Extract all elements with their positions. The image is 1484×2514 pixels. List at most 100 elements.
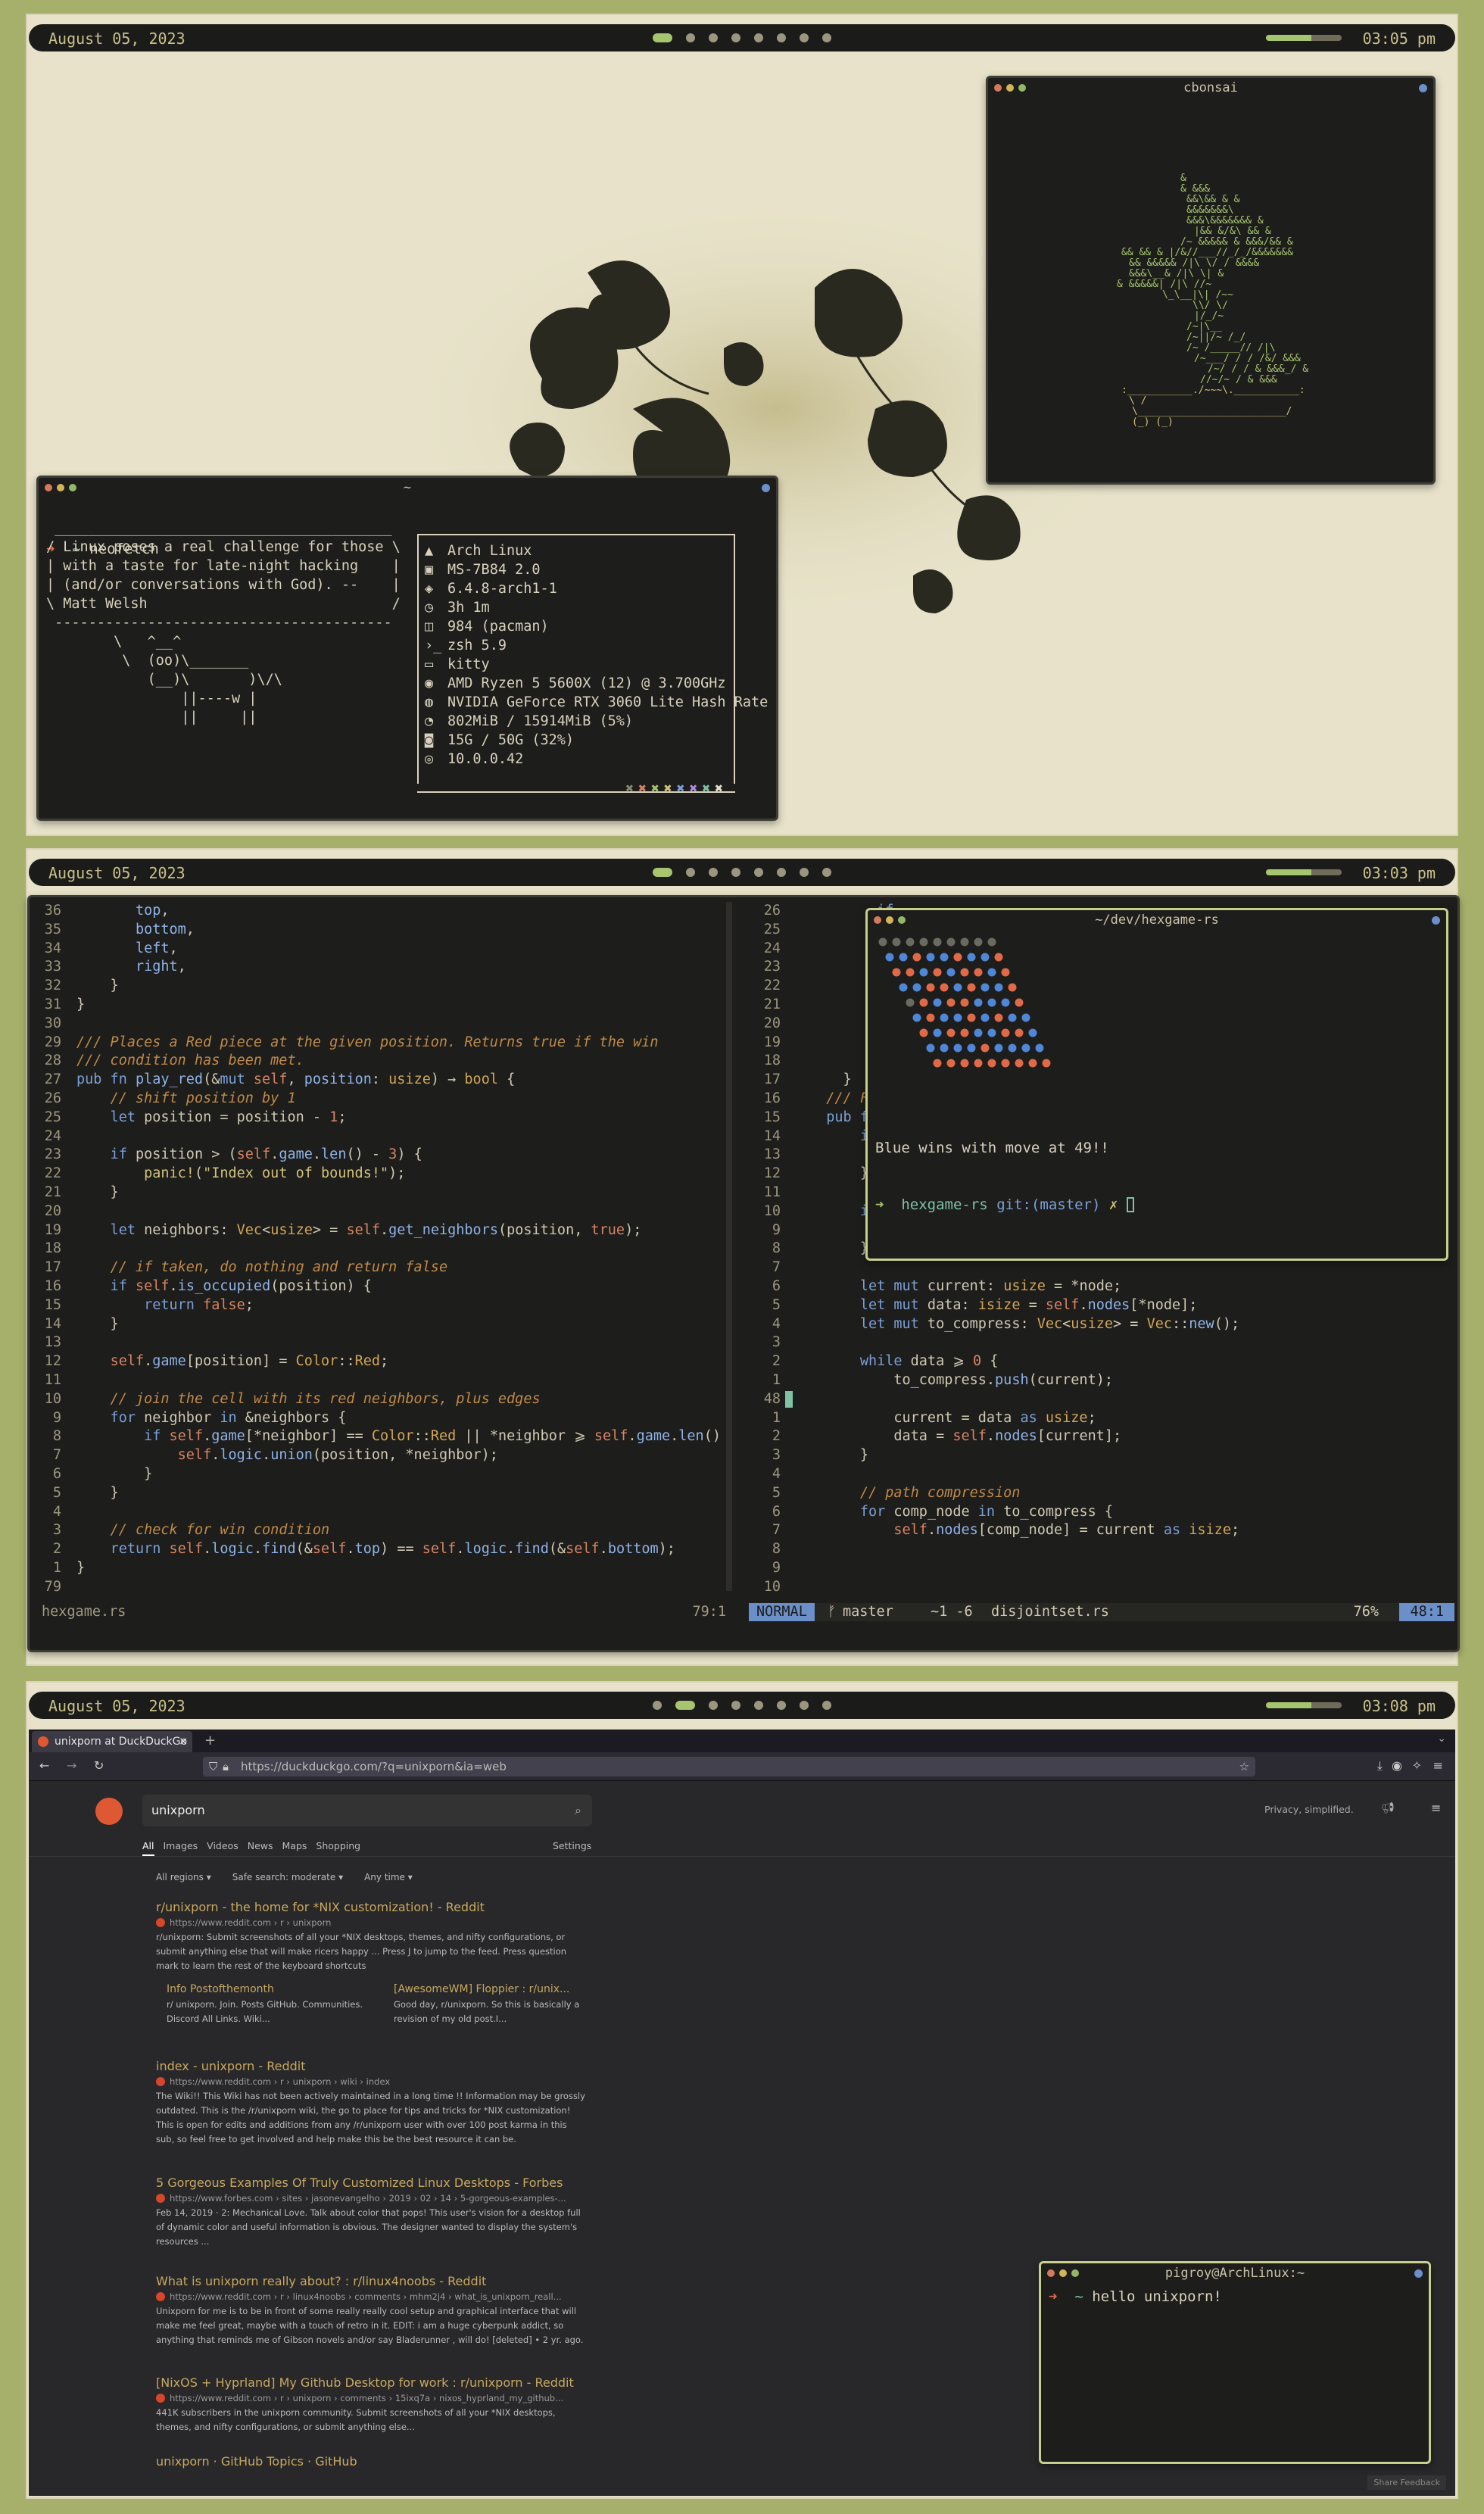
cbonsai-window[interactable]: cbonsai & & &&& &&\&& & & &&&&&&&\ &&&\&… — [986, 76, 1436, 485]
left-code-pane[interactable]: top, bottom, left, right, } } /// Places… — [76, 902, 758, 1583]
result-title[interactable]: r/unixporn - the home for *NIX customiza… — [156, 1899, 588, 1916]
url-text[interactable]: https://duckduckgo.com/?q=unixporn&ia=we… — [241, 1760, 507, 1773]
workspace-dot[interactable] — [777, 1701, 786, 1710]
bookmark-star-icon[interactable]: ☆ — [1239, 1757, 1249, 1776]
close-tab-icon[interactable]: × — [179, 1731, 188, 1752]
pane-divider[interactable] — [726, 902, 732, 1591]
terminal-output[interactable]: ➜ ~ neofetch ___________________________… — [39, 497, 776, 816]
search-tab-shopping[interactable]: Shopping — [316, 1840, 360, 1856]
search-icon[interactable]: ⌕ — [575, 1795, 581, 1826]
browser-tab[interactable]: unixporn at DuckDuckGo × — [32, 1731, 192, 1752]
result-title[interactable]: What is unixporn really about? : r/linux… — [156, 2273, 588, 2290]
megaphone-icon[interactable]: 📢︎ — [1381, 1802, 1395, 1814]
result-url[interactable]: https://www.reddit.com › r › linux4noobs… — [156, 2290, 588, 2304]
new-tab-icon[interactable]: + — [204, 1733, 216, 1748]
workspace-dot[interactable] — [709, 33, 718, 42]
workspace-indicator[interactable] — [653, 33, 831, 42]
titlebar[interactable]: pigroy@ArchLinux:~ — [1041, 2263, 1429, 2283]
search-tab-videos[interactable]: Videos — [207, 1840, 238, 1856]
result-url[interactable]: https://www.reddit.com › r › unixporn › … — [156, 2391, 588, 2406]
result-url[interactable]: https://www.reddit.com › r › unixporn — [156, 1916, 588, 1930]
hello-terminal[interactable]: pigroy@ArchLinux:~ ➜ ~ hello unixporn! — [1039, 2261, 1431, 2464]
search-tab-images[interactable]: Images — [164, 1840, 198, 1856]
cursor[interactable] — [1126, 1197, 1134, 1212]
result-title[interactable]: index - unixporn - Reddit — [156, 2058, 588, 2075]
volume-bar[interactable] — [1266, 35, 1342, 41]
volume-bar[interactable] — [1266, 869, 1342, 875]
minimize-icon[interactable] — [1059, 2269, 1067, 2277]
duckduckgo-logo-icon[interactable] — [95, 1798, 123, 1825]
hamburger-menu-icon[interactable]: ≡ — [1431, 1801, 1441, 1815]
back-icon[interactable]: ← — [39, 1758, 49, 1773]
workspace-dot[interactable] — [709, 1701, 718, 1710]
titlebar[interactable]: ~ — [39, 478, 776, 497]
workspace-dot[interactable] — [822, 33, 831, 42]
reload-icon[interactable]: ↻ — [94, 1758, 104, 1773]
result-url[interactable]: https://www.reddit.com › r › unixporn › … — [156, 2075, 588, 2089]
result-0[interactable]: r/unixporn - the home for *NIX customiza… — [156, 1899, 588, 2026]
url-bar[interactable]: ⛉ 🔒︎ https://duckduckgo.com/?q=unixporn&… — [203, 1757, 1255, 1776]
menu-icon[interactable]: ≡ — [1433, 1758, 1443, 1773]
window-controls[interactable] — [874, 916, 906, 924]
workspace-indicator[interactable] — [653, 868, 831, 877]
window-controls[interactable] — [45, 484, 76, 491]
workspace-dot[interactable] — [731, 868, 740, 877]
minimize-icon[interactable] — [57, 484, 64, 491]
workspace-indicator[interactable] — [653, 1701, 831, 1710]
sitelink[interactable]: [AwesomeWM] Floppier : r/unix... Good day… — [394, 1981, 591, 2026]
workspace-dot[interactable] — [709, 868, 718, 877]
result-4[interactable]: [NixOS + Hyprland] My Github Desktop for… — [156, 2375, 588, 2434]
workspace-dot[interactable] — [800, 1701, 809, 1710]
result-5[interactable]: unixporn · GitHub Topics · GitHub — [156, 2453, 588, 2470]
maximize-icon[interactable] — [898, 916, 906, 924]
maximize-icon[interactable] — [1071, 2269, 1079, 2277]
sitelink-title[interactable]: [AwesomeWM] Floppier : r/unix... — [394, 1981, 591, 1998]
settings-link[interactable]: Settings — [553, 1840, 591, 1851]
filter-dropdown[interactable]: All regions ▾ — [156, 1872, 211, 1882]
search-tab-news[interactable]: News — [248, 1840, 273, 1856]
extensions-icon[interactable]: ✧ — [1412, 1758, 1422, 1773]
workspace-dot[interactable] — [800, 868, 809, 877]
forward-icon[interactable]: → — [67, 1758, 76, 1773]
result-2[interactable]: 5 Gorgeous Examples Of Truly Customized … — [156, 2175, 588, 2249]
close-icon[interactable] — [874, 916, 881, 924]
search-tab-maps[interactable]: Maps — [282, 1840, 307, 1856]
result-3[interactable]: What is unixporn really about? : r/linux… — [156, 2273, 588, 2347]
sitelink-title[interactable]: Info Postofthemonth — [167, 1981, 363, 1998]
workspace-dot[interactable] — [686, 868, 695, 877]
hexgame-terminal[interactable]: ~/dev/hexgame-rs Blue wins with move at … — [865, 908, 1448, 1261]
workspace-dot[interactable] — [653, 868, 672, 877]
window-controls[interactable] — [994, 84, 1026, 92]
titlebar[interactable]: cbonsai — [988, 78, 1433, 98]
sitelink[interactable]: Info Postofthemonth r/ unixporn. Join. Po… — [167, 1981, 363, 2026]
downloads-icon[interactable]: ⤓ — [1377, 1758, 1383, 1773]
workspace-dot[interactable] — [822, 868, 831, 877]
close-icon[interactable] — [994, 84, 1002, 92]
workspace-dot[interactable] — [754, 868, 763, 877]
result-title[interactable]: 5 Gorgeous Examples Of Truly Customized … — [156, 2175, 588, 2191]
workspace-dot[interactable] — [731, 1701, 740, 1710]
share-feedback-button[interactable]: Share Feedback — [1367, 2475, 1446, 2490]
filter-dropdown[interactable]: Safe search: moderate ▾ — [232, 1872, 343, 1882]
search-tab-all[interactable]: All — [142, 1840, 154, 1856]
workspace-dot[interactable] — [754, 1701, 763, 1710]
minimize-icon[interactable] — [1006, 84, 1014, 92]
workspace-dot[interactable] — [777, 33, 786, 42]
workspace-dot[interactable] — [777, 868, 786, 877]
volume-bar[interactable] — [1266, 1702, 1342, 1708]
account-icon[interactable]: ◉ — [1392, 1758, 1402, 1773]
result-url[interactable]: https://www.forbes.com › sites › jasonev… — [156, 2191, 588, 2206]
workspace-dot[interactable] — [754, 33, 763, 42]
workspace-dot[interactable] — [675, 1701, 695, 1710]
workspace-dot[interactable] — [686, 33, 695, 42]
close-icon[interactable] — [45, 484, 52, 491]
maximize-icon[interactable] — [1018, 84, 1026, 92]
window-controls[interactable] — [1047, 2269, 1079, 2277]
result-1[interactable]: index - unixporn - Reddit https://www.re… — [156, 2058, 588, 2147]
terminal-output[interactable]: ➜ ~ hello unixporn! — [1041, 2283, 1429, 2311]
workspace-dot[interactable] — [822, 1701, 831, 1710]
workspace-dot[interactable] — [653, 1701, 662, 1710]
search-input[interactable]: unixporn ⌕ — [142, 1795, 592, 1826]
privacy-tagline[interactable]: Privacy, simplified. — [1264, 1804, 1354, 1815]
neofetch-window[interactable]: ~ ➜ ~ neofetch _________________________… — [36, 476, 778, 821]
